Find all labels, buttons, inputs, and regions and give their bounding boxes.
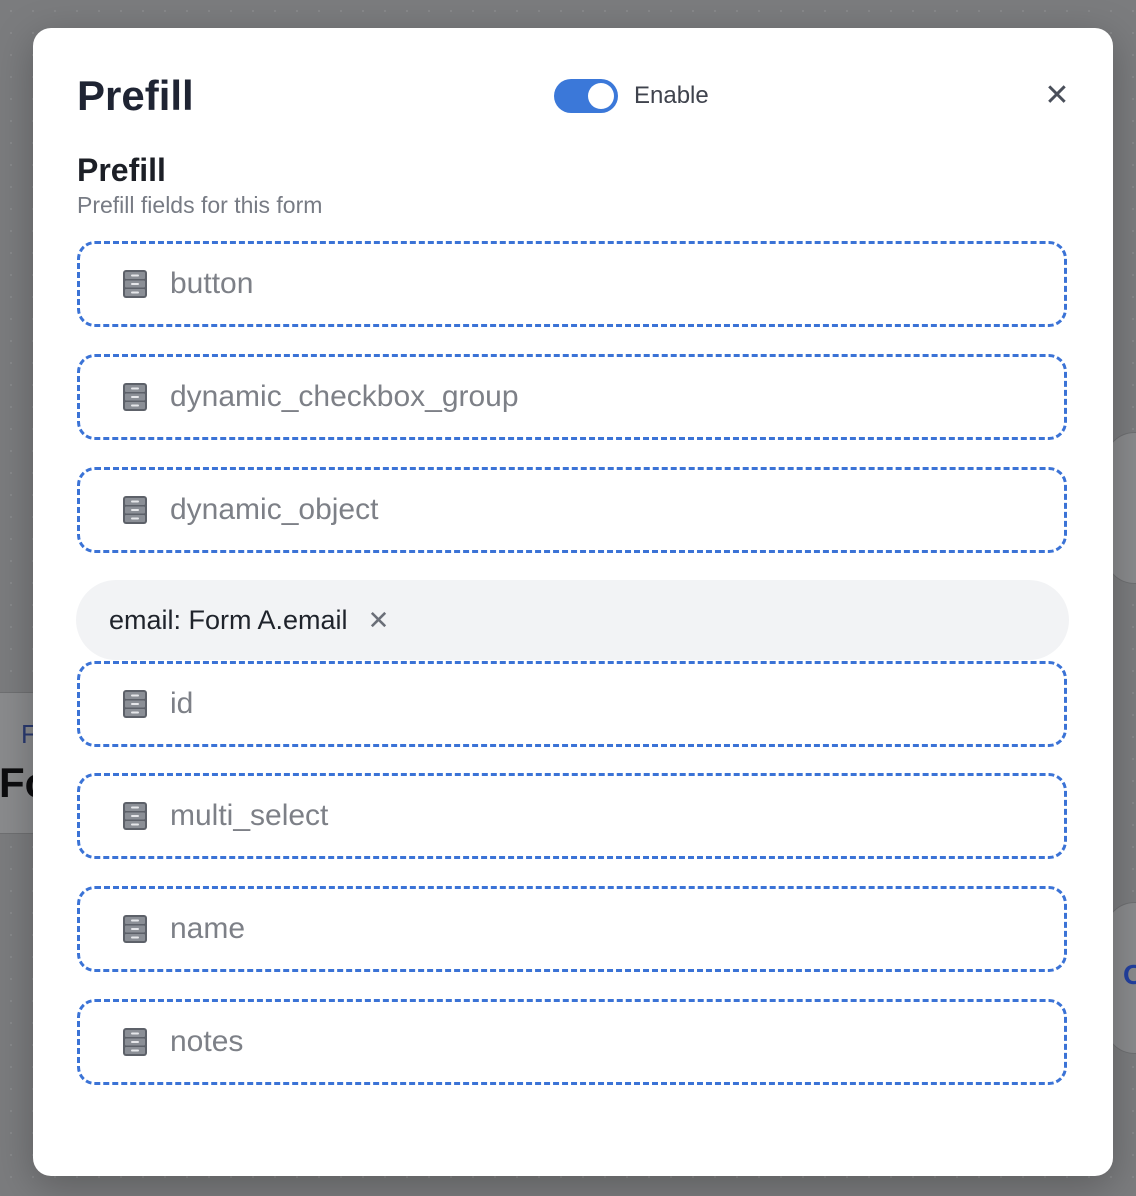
- prefill-modal: Prefill Enable ✕ Prefill Prefill fields …: [33, 28, 1113, 1176]
- field-label: name: [170, 912, 246, 945]
- field-label: button: [170, 267, 254, 300]
- file-cabinet-icon: [120, 382, 150, 412]
- file-cabinet-icon: [120, 801, 150, 831]
- field-label: dynamic_checkbox_group: [170, 380, 519, 413]
- prefill-mapping-email[interactable]: email: Form A.email ✕: [76, 580, 1069, 660]
- enable-toggle-label: Enable: [634, 82, 709, 109]
- remove-mapping-button[interactable]: ✕: [368, 607, 390, 633]
- field-label: id: [170, 687, 194, 720]
- prefill-field-dynamic-checkbox-group[interactable]: dynamic_checkbox_group: [77, 354, 1067, 440]
- prefill-field-dynamic-object[interactable]: dynamic_object: [77, 467, 1067, 553]
- section-subtitle: Prefill fields for this form: [77, 192, 323, 218]
- file-cabinet-icon: [120, 495, 150, 525]
- enable-toggle[interactable]: [554, 79, 618, 113]
- modal-title: Prefill: [77, 72, 194, 119]
- field-label: multi_select: [170, 799, 329, 832]
- prefill-field-notes[interactable]: notes: [77, 999, 1067, 1085]
- section-title: Prefill: [77, 152, 166, 188]
- enable-toggle-group: Enable: [554, 79, 709, 113]
- file-cabinet-icon: [120, 1027, 150, 1057]
- file-cabinet-icon: [120, 269, 150, 299]
- prefill-field-multi-select[interactable]: multi_select: [77, 773, 1067, 859]
- mapping-label: email: Form A.email: [109, 604, 348, 635]
- close-icon: ✕: [1044, 79, 1070, 112]
- file-cabinet-icon: [120, 689, 150, 719]
- prefill-field-name[interactable]: name: [77, 886, 1067, 972]
- field-label: dynamic_object: [170, 493, 379, 526]
- field-label: notes: [170, 1025, 244, 1058]
- prefill-field-id[interactable]: id: [77, 661, 1067, 747]
- file-cabinet-icon: [120, 914, 150, 944]
- prefill-field-button[interactable]: button: [77, 241, 1067, 327]
- close-button[interactable]: ✕: [1039, 78, 1075, 114]
- background-node-mark: O: [1123, 959, 1136, 990]
- toggle-knob: [588, 83, 614, 109]
